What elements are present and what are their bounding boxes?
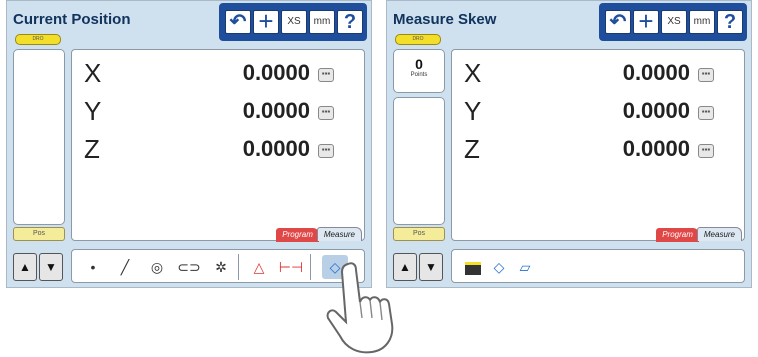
axis-row-x: X 0.0000 ▪▪▪ [80, 58, 360, 96]
datum-button[interactable]: + [633, 8, 659, 34]
skew-toolbar: ◇ ▱ [451, 249, 745, 283]
axis-options-button[interactable]: ▪▪▪ [698, 106, 714, 120]
axis-value: 0.0000 [622, 98, 690, 123]
axis-label: Z [84, 134, 100, 164]
skew-icon: ◇ [493, 259, 505, 275]
undo-icon: ↶ [609, 11, 627, 33]
scroll-down-button[interactable]: ▼ [39, 253, 63, 281]
pos-tab[interactable]: Pos [13, 227, 65, 241]
axis-value: 0.0000 [242, 98, 310, 123]
axis-label: Y [464, 96, 482, 126]
axis-options-button[interactable]: ▪▪▪ [318, 106, 334, 120]
circle-icon: ◎ [150, 259, 164, 275]
page-title: Current Position [13, 11, 131, 28]
skew-plane-button[interactable]: ▱ [512, 255, 538, 279]
help-button[interactable]: ? [717, 10, 743, 34]
points-label: Points [410, 72, 428, 78]
point-icon: • [90, 259, 96, 275]
undo-icon: ↶ [229, 11, 247, 33]
axis-label: X [84, 58, 102, 88]
measure-angle-button[interactable]: △ [246, 255, 272, 279]
measure-distance-button[interactable]: ✲ [208, 255, 234, 279]
xs-button[interactable]: XS [281, 10, 307, 34]
plus-icon: + [258, 6, 274, 36]
measure-point-button[interactable]: • [80, 255, 106, 279]
divider [310, 254, 311, 280]
axis-row-x: X 0.0000 ▪▪▪ [460, 58, 740, 96]
mm-button[interactable]: mm [689, 10, 715, 34]
datum-button[interactable]: + [253, 8, 279, 34]
scroll-down-button[interactable]: ▼ [419, 253, 443, 281]
dro-tab[interactable]: DRO [395, 34, 441, 45]
points-counter: 0 Points [393, 49, 445, 93]
axis-value: 0.0000 [242, 60, 310, 85]
measure-line-button[interactable]: ╱ [112, 255, 138, 279]
xs-button[interactable]: XS [661, 10, 687, 34]
page-title: Measure Skew [393, 11, 497, 28]
angle-icon: △ [253, 259, 265, 275]
axis-options-button[interactable]: ▪▪▪ [318, 144, 334, 158]
axis-options-button[interactable]: ▪▪▪ [698, 68, 714, 82]
pos-tab[interactable]: Pos [393, 227, 445, 241]
axis-options-button[interactable]: ▪▪▪ [698, 144, 714, 158]
help-button[interactable]: ? [337, 10, 363, 34]
axis-label: X [464, 58, 482, 88]
plus-icon: + [638, 6, 654, 36]
axis-label: Z [464, 134, 480, 164]
slot-icon: ⊂⊃ [177, 259, 201, 275]
line-icon: ╱ [120, 259, 130, 275]
info-box [13, 49, 65, 225]
top-toolbar: ↶ + XS mm ? [219, 3, 367, 41]
axis-options-button[interactable]: ▪▪▪ [318, 68, 334, 82]
width-icon: ⊢⊣ [278, 259, 304, 275]
current-position-screen: Current Position DRO ↶ + XS mm ? Pos X 0… [6, 0, 372, 288]
folder-icon [465, 262, 481, 275]
scroll-arrows: ▲ ▼ [13, 253, 65, 281]
arrow-up-icon: ▲ [19, 260, 31, 274]
arrow-down-icon: ▼ [45, 260, 57, 274]
measure-width-button[interactable]: ⊢⊣ [278, 255, 304, 279]
axis-value: 0.0000 [242, 136, 310, 161]
axis-row-z: Z 0.0000 ▪▪▪ [80, 134, 360, 172]
parallelogram-icon: ▱ [519, 259, 531, 275]
axis-row-y: Y 0.0000 ▪▪▪ [460, 96, 740, 134]
undo-button[interactable]: ↶ [225, 10, 251, 34]
tab-program[interactable]: Program [656, 228, 699, 242]
undo-button[interactable]: ↶ [605, 10, 631, 34]
skew-first-button[interactable] [460, 255, 486, 279]
info-box [393, 97, 445, 225]
axis-row-y: Y 0.0000 ▪▪▪ [80, 96, 360, 134]
axis-value: 0.0000 [622, 136, 690, 161]
measure-skew-screen: Measure Skew DRO ↶ + XS mm ? 0 Points Po… [386, 0, 752, 288]
dro-panel: X 0.0000 ▪▪▪ Y 0.0000 ▪▪▪ Z 0.0000 ▪▪▪ P… [451, 49, 745, 242]
measure-circle-button[interactable]: ◎ [144, 255, 170, 279]
axis-label: Y [84, 96, 102, 126]
dro-panel: X 0.0000 ▪▪▪ Y 0.0000 ▪▪▪ Z 0.0000 ▪▪▪ P… [71, 49, 365, 242]
left-sidebar: Pos [13, 49, 65, 241]
mode-tabs: Program Measure [656, 224, 742, 242]
scroll-up-button[interactable]: ▲ [13, 253, 37, 281]
feature-toolbar: • ╱ ◎ ⊂⊃ ✲ △ ⊢⊣ ◇ [71, 249, 365, 283]
tab-measure[interactable]: Measure [696, 227, 742, 241]
axis-value: 0.0000 [622, 60, 690, 85]
points-count: 0 [415, 56, 423, 72]
arrow-down-icon: ▼ [425, 260, 437, 274]
skew-line-button[interactable]: ◇ [486, 255, 512, 279]
tab-program[interactable]: Program [276, 228, 319, 242]
left-sidebar: 0 Points Pos [393, 49, 445, 241]
distance-icon: ✲ [215, 259, 227, 275]
axis-row-z: Z 0.0000 ▪▪▪ [460, 134, 740, 172]
measure-slot-button[interactable]: ⊂⊃ [176, 255, 202, 279]
divider [238, 254, 239, 280]
tab-measure[interactable]: Measure [316, 227, 362, 241]
top-toolbar: ↶ + XS mm ? [599, 3, 747, 41]
hand-pointer-icon [326, 262, 394, 354]
dro-tab[interactable]: DRO [15, 34, 61, 45]
mm-button[interactable]: mm [309, 10, 335, 34]
mode-tabs: Program Measure [276, 224, 362, 242]
